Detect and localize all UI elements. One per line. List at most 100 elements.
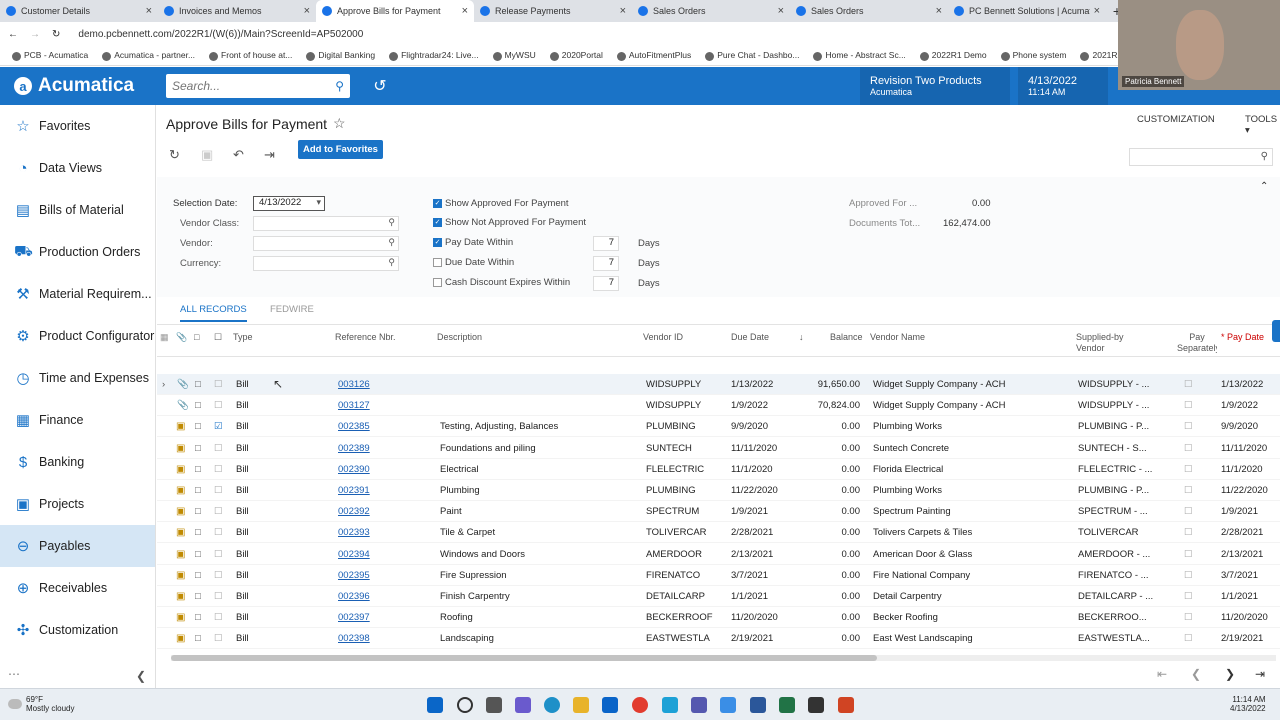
bookmark-item[interactable]: 2022R1 Demo [919, 50, 987, 61]
bookmark-item[interactable]: Flightradar24: Live... [389, 50, 479, 61]
bookmark-item[interactable]: Digital Banking [306, 50, 375, 61]
task-view-icon[interactable] [486, 697, 502, 713]
pay-date-within-checkbox[interactable]: ✓ [433, 238, 442, 247]
close-tab-icon[interactable]: × [936, 5, 942, 17]
col-due-date[interactable]: Due Date [731, 332, 769, 342]
history-icon[interactable]: ↺ [362, 67, 398, 105]
note-icon[interactable]: □ [195, 443, 201, 454]
currency-field[interactable]: ⚲ [253, 256, 399, 271]
note-icon[interactable]: □ [195, 527, 201, 538]
vendor-class-field[interactable]: ⚲ [253, 216, 399, 231]
table-row[interactable]: ▣ □ ☐ Bill 002391 Plumbing PLUMBING 11/22/2020 0… [157, 480, 1280, 501]
file-icon[interactable]: ▣ [176, 443, 185, 454]
row-selector-icon[interactable]: ▦ [160, 332, 169, 343]
approve-checkbox[interactable]: ☐ [214, 443, 223, 454]
next-page-icon[interactable]: ❯ [1225, 667, 1235, 681]
pay-separately-checkbox[interactable]: ☐ [1184, 633, 1193, 644]
approve-checkbox[interactable]: ☐ [214, 464, 223, 475]
cell-reference-link[interactable]: 002396 [338, 591, 370, 602]
close-tab-icon[interactable]: × [146, 5, 152, 17]
favorite-star-icon[interactable]: ☆ [333, 115, 346, 132]
pay-separately-checkbox[interactable]: ☐ [1184, 485, 1193, 496]
show-approved-checkbox[interactable]: ✓ [433, 199, 442, 208]
vendor-field[interactable]: ⚲ [253, 236, 399, 251]
bookmark-item[interactable]: 2020Portal [549, 50, 603, 61]
cell-reference-link[interactable]: 002395 [338, 570, 370, 581]
vendor-lookup-icon[interactable]: ⚲ [388, 237, 395, 248]
sidebar-item-product-configurator[interactable]: ⚙ Product Configurator [0, 315, 155, 357]
taskbar-search-icon[interactable] [457, 697, 473, 713]
col-type[interactable]: Type [233, 332, 253, 342]
cell-reference-link[interactable]: 002397 [338, 612, 370, 623]
browser-tab[interactable]: Sales Orders × [632, 0, 790, 22]
back-icon[interactable]: ← [8, 29, 18, 40]
approve-checkbox[interactable]: ☐ [214, 612, 223, 623]
windows-start-icon[interactable] [427, 697, 443, 713]
pay-separately-checkbox[interactable]: ☐ [1184, 443, 1193, 454]
pay-separately-checkbox[interactable]: ☐ [1184, 612, 1193, 623]
cell-reference-link[interactable]: 002391 [338, 485, 370, 496]
word-icon[interactable] [750, 697, 766, 713]
table-row[interactable]: ▣ □ ☐ Bill 002393 Tile & Carpet TOLIVERCAR 2/28… [157, 522, 1280, 544]
note-icon[interactable]: □ [195, 549, 201, 560]
sidebar-item-time-and-expenses[interactable]: ◷ Time and Expenses [0, 357, 155, 399]
note-icon[interactable]: □ [195, 485, 201, 496]
note-icon[interactable]: □ [195, 591, 201, 602]
approve-checkbox[interactable]: ☑ [214, 421, 223, 432]
sidebar-item-data-views[interactable]: ◔ Data Views [0, 147, 155, 189]
cell-reference-link[interactable]: 002389 [338, 443, 370, 454]
forward-icon[interactable]: → [30, 29, 40, 40]
sidebar-item-projects[interactable]: ▣ Projects [0, 483, 155, 525]
pay-separately-checkbox[interactable]: ☐ [1184, 527, 1193, 538]
table-row[interactable]: ▣ □ ☑ Bill 002385 Testing, Adjusting, Balance… [157, 416, 1280, 438]
browser-tab[interactable]: Release Payments × [474, 0, 632, 22]
approve-checkbox[interactable]: ☐ [214, 633, 223, 644]
side-panel-handle[interactable] [1272, 320, 1280, 342]
cell-reference-link[interactable]: 002393 [338, 527, 370, 538]
skype-icon[interactable] [662, 697, 678, 713]
pay-separately-checkbox[interactable]: ☐ [1184, 591, 1193, 602]
more-icon[interactable]: ⋯ [8, 667, 20, 681]
sidebar-item-receivables[interactable]: ⊕ Receivables [0, 567, 155, 609]
file-icon[interactable]: ▣ [176, 549, 185, 560]
vendor-class-lookup-icon[interactable]: ⚲ [388, 217, 395, 228]
col-vendor-id[interactable]: Vendor ID [643, 332, 683, 342]
cell-reference-link[interactable]: 002392 [338, 506, 370, 517]
url-text[interactable]: demo.pcbennett.com/2022R1/(W(6))/Main?Sc… [78, 29, 363, 40]
pay-separately-checkbox[interactable]: ☐ [1184, 464, 1193, 475]
note-icon[interactable]: □ [195, 379, 201, 390]
grid-search-icon[interactable]: ⚲ [1261, 151, 1268, 162]
close-tab-icon[interactable]: × [778, 5, 784, 17]
pay-separately-checkbox[interactable]: ☐ [1184, 549, 1193, 560]
due-days-input[interactable]: 7 [593, 256, 619, 271]
table-row[interactable]: ▣ □ ☐ Bill 002397 Roofing BECKERROOF 11/20/2020… [157, 607, 1280, 629]
sidebar-item-production-orders[interactable]: ⛟ Production Orders [0, 231, 155, 273]
cell-reference-link[interactable]: 003127 [338, 400, 370, 411]
sidebar-item-banking[interactable]: $ Banking [0, 441, 155, 483]
col-pay-date[interactable]: * Pay Date [1221, 332, 1264, 342]
business-date-selector[interactable]: 4/13/2022 11:14 AM [1018, 67, 1108, 105]
browser-tab[interactable]: Customer Details × [0, 0, 158, 22]
last-page-icon[interactable]: ⇥ [1255, 667, 1265, 681]
file-icon[interactable]: ▣ [176, 464, 185, 475]
fit-width-icon[interactable]: ⇥ [264, 147, 275, 163]
approve-checkbox[interactable]: ☐ [214, 527, 223, 538]
approve-checkbox[interactable]: ☐ [214, 591, 223, 602]
customization-menu[interactable]: CUSTOMIZATION [1137, 114, 1215, 125]
file-icon[interactable]: ▣ [176, 633, 185, 644]
acumatica-logo[interactable]: a Acumatica [0, 67, 156, 105]
sidebar-item-bills-of-material[interactable]: ▤ Bills of Material [0, 189, 155, 231]
table-row[interactable]: ▣ □ ☐ Bill 002398 Landscaping EASTWESTLA 2/19/2… [157, 628, 1280, 650]
note-icon[interactable]: □ [195, 506, 201, 517]
bookmark-item[interactable]: Home - Abstract Sc... [813, 50, 906, 61]
close-tab-icon[interactable]: × [462, 5, 468, 17]
weather-widget[interactable]: 69°F Mostly cloudy [8, 695, 74, 713]
file-icon[interactable]: ▣ [176, 570, 185, 581]
teams-notification-icon[interactable] [720, 697, 736, 713]
note-icon[interactable]: □ [195, 570, 201, 581]
pay-separately-checkbox[interactable]: ☐ [1184, 570, 1193, 581]
file-icon[interactable]: ▣ [176, 485, 185, 496]
approve-checkbox[interactable]: ☐ [214, 549, 223, 560]
table-row[interactable]: › 📎 □ ☐ Bill 003126 WIDSUPPLY 1/13/2022 91,650.0… [157, 374, 1280, 395]
browser-tab[interactable]: Sales Orders × [790, 0, 948, 22]
